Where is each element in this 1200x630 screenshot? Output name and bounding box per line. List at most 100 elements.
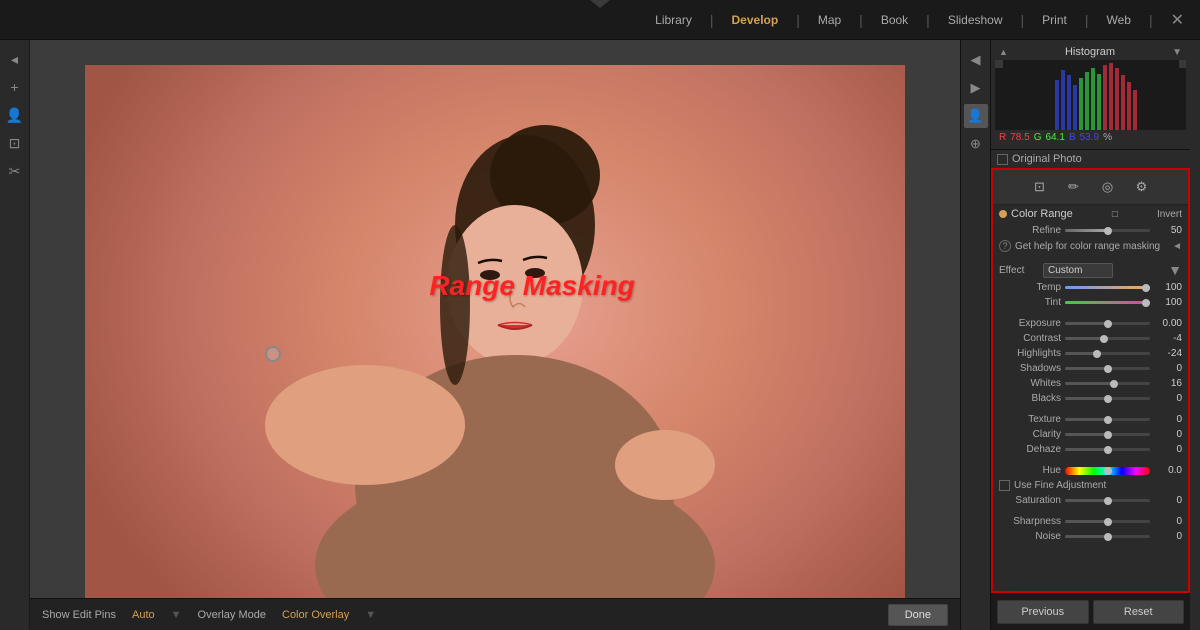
histogram-rgb-row: R 78.5 G 64.1 B 53.9 % (995, 130, 1186, 145)
invert-checkbox[interactable]: □ (1112, 209, 1118, 220)
fine-adj-row: Use Fine Adjustment (993, 478, 1188, 493)
fine-adj-checkbox[interactable] (999, 480, 1010, 491)
saturation-slider-row: Saturation 0 (993, 493, 1188, 508)
temp-slider-row: Temp 100 (993, 280, 1188, 295)
menu-items: Library | Develop | Map | Book | Slidesh… (655, 10, 1184, 30)
menu-close[interactable]: ✕ (1171, 10, 1184, 30)
done-button[interactable]: Done (888, 604, 948, 626)
top-arrow (590, 0, 610, 8)
hist-b-label: B (1069, 132, 1076, 143)
develop-panel: ⊡ ✏ ◎ ⚙ Color Range □ Invert Refine (991, 168, 1190, 593)
shadows-slider[interactable] (1065, 367, 1150, 370)
help-arrow[interactable]: ◄ (1172, 241, 1182, 252)
color-range-row: Color Range □ Invert (993, 205, 1188, 223)
clarity-label: Clarity (999, 429, 1061, 440)
menu-book[interactable]: Book (881, 13, 908, 27)
contrast-slider-row: Contrast -4 (993, 331, 1188, 346)
menu-library[interactable]: Library (655, 13, 692, 27)
hue-slider-row: Hue 0.0 (993, 463, 1188, 478)
texture-value: 0 (1154, 414, 1182, 425)
histogram-canvas (995, 60, 1186, 130)
original-photo-checkbox[interactable] (997, 154, 1008, 165)
clarity-slider[interactable] (1065, 433, 1150, 436)
menu-map[interactable]: Map (818, 13, 841, 27)
panel-bottom-buttons: Previous Reset (991, 593, 1190, 630)
noise-slider-row: Noise 0 (993, 529, 1188, 544)
original-photo-label: Original Photo (1012, 153, 1082, 165)
tool-icon-expand[interactable]: ◀ (964, 48, 988, 72)
sharpness-label: Sharpness (999, 516, 1061, 527)
texture-slider-row: Texture 0 (993, 412, 1188, 427)
tool-icon-collapse[interactable]: ▶ (964, 76, 988, 100)
clarity-value: 0 (1154, 429, 1182, 440)
menu-web[interactable]: Web (1106, 13, 1130, 27)
left-icon-bandaid[interactable]: ✂ (4, 160, 26, 182)
blacks-value: 0 (1154, 393, 1182, 404)
refine-slider-row: Refine 50 (993, 223, 1188, 238)
blacks-slider[interactable] (1065, 397, 1150, 400)
highlights-value: -24 (1154, 348, 1182, 359)
histogram-corner-tl: ▲ (999, 47, 1008, 57)
help-icon: ? (999, 240, 1011, 252)
canvas-bottom: Show Edit Pins Auto ▼ Overlay Mode Color… (30, 598, 960, 630)
main-layout: ◂ + 👤 ⊡ ✂ (0, 40, 1200, 630)
hist-percent: % (1103, 132, 1112, 143)
whites-slider-row: Whites 16 (993, 376, 1188, 391)
exposure-value: 0.00 (1154, 318, 1182, 329)
refine-value: 50 (1154, 225, 1182, 236)
hue-slider[interactable] (1065, 467, 1150, 475)
mask-tool-select[interactable]: ⊡ (1029, 176, 1051, 198)
shadows-slider-row: Shadows 0 (993, 361, 1188, 376)
contrast-slider[interactable] (1065, 337, 1150, 340)
highlights-label: Highlights (999, 348, 1061, 359)
left-icon-plus[interactable]: + (4, 76, 26, 98)
mask-tool-brush[interactable]: ✏ (1063, 176, 1085, 198)
mask-tool-gear[interactable]: ⚙ (1131, 176, 1153, 198)
sharpness-slider[interactable] (1065, 520, 1150, 523)
noise-slider[interactable] (1065, 535, 1150, 538)
auto-value[interactable]: Auto (132, 609, 155, 621)
previous-button[interactable]: Previous (997, 600, 1089, 624)
temp-slider[interactable] (1065, 286, 1150, 289)
color-range-dot (999, 210, 1007, 218)
effect-dropdown[interactable]: Custom (1043, 263, 1113, 278)
effect-arrow[interactable]: ▼ (1168, 262, 1182, 278)
refine-label: Refine (999, 225, 1061, 236)
highlights-slider-row: Highlights -24 (993, 346, 1188, 361)
show-edit-pins-label: Show Edit Pins (42, 609, 116, 621)
whites-slider[interactable] (1065, 382, 1150, 385)
whites-label: Whites (999, 378, 1061, 389)
noise-value: 0 (1154, 531, 1182, 542)
texture-slider[interactable] (1065, 418, 1150, 421)
mask-tool-row: ⊡ ✏ ◎ ⚙ (993, 170, 1188, 205)
saturation-slider[interactable] (1065, 499, 1150, 502)
highlights-slider[interactable] (1065, 352, 1150, 355)
color-range-label: Color Range (1011, 208, 1073, 220)
left-icon-person[interactable]: 👤 (4, 104, 26, 126)
mask-tool-eye[interactable]: ◎ (1097, 176, 1119, 198)
blacks-label: Blacks (999, 393, 1061, 404)
reset-button[interactable]: Reset (1093, 600, 1185, 624)
menu-slideshow[interactable]: Slideshow (948, 13, 1003, 27)
canvas-area: Range Masking Show Edit Pins Auto ▼ Over… (30, 40, 960, 630)
dehaze-slider[interactable] (1065, 448, 1150, 451)
help-text: Get help for color range masking (1015, 241, 1160, 252)
exposure-label: Exposure (999, 318, 1061, 329)
help-row: ? Get help for color range masking ◄ (993, 238, 1188, 254)
effect-row: Effect Custom ▼ (993, 260, 1188, 280)
refine-slider[interactable] (1065, 229, 1150, 232)
color-overlay-value[interactable]: Color Overlay (282, 609, 349, 621)
left-icon-crop[interactable]: ⊡ (4, 132, 26, 154)
tint-slider[interactable] (1065, 301, 1150, 304)
right-area: ◀ ▶ 👤 ⊕ ▲ Histogram ▼ (960, 40, 1200, 630)
top-bar: Library | Develop | Map | Book | Slidesh… (0, 0, 1200, 40)
tool-icon-heal[interactable]: ⊕ (964, 132, 988, 156)
exposure-slider[interactable] (1065, 322, 1150, 325)
left-sidebar: ◂ + 👤 ⊡ ✂ (0, 40, 30, 630)
menu-print[interactable]: Print (1042, 13, 1067, 27)
left-icon-arrow-up[interactable]: ◂ (4, 48, 26, 70)
histogram-chevron[interactable]: ▼ (1172, 47, 1182, 58)
menu-develop[interactable]: Develop (732, 13, 779, 27)
shadows-label: Shadows (999, 363, 1061, 374)
tool-icon-person[interactable]: 👤 (964, 104, 988, 128)
